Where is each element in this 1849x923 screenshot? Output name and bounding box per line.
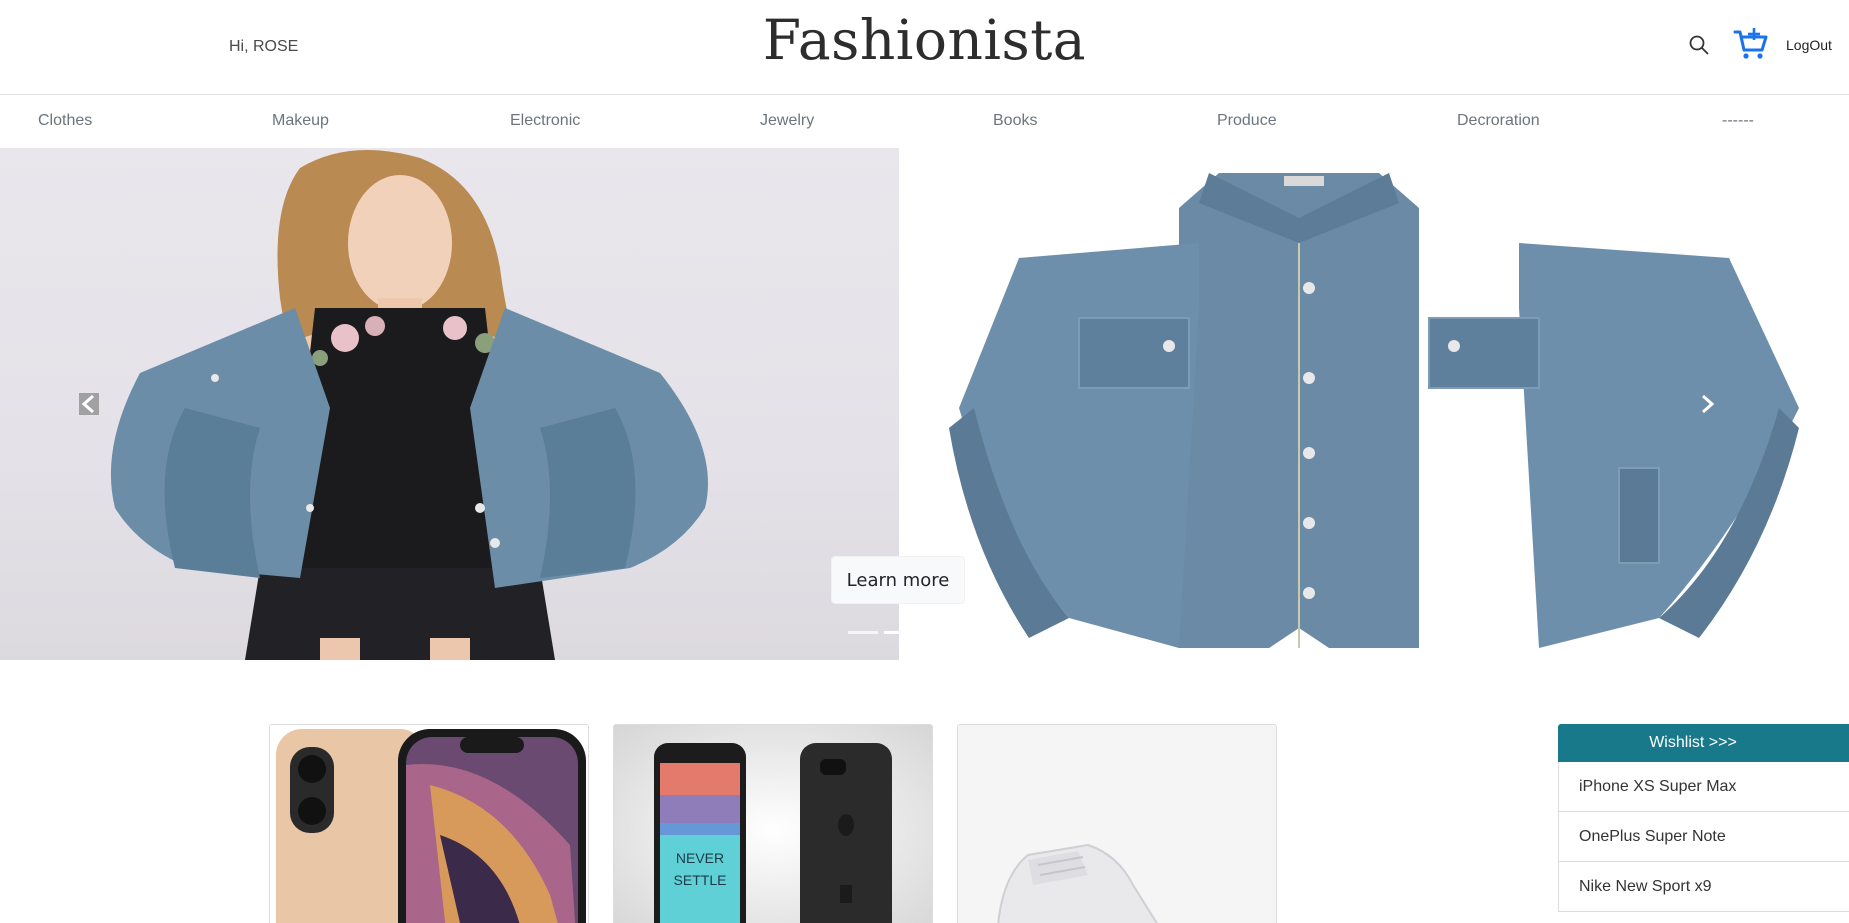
chevron-right-icon — [1702, 394, 1715, 414]
nav-item-electronic[interactable]: Electronic — [510, 112, 580, 130]
nav-item-jewelry[interactable]: Jewelry — [760, 112, 814, 130]
nav-item-more[interactable]: ------ — [1722, 112, 1754, 130]
wishlist-header-button[interactable]: Wishlist >>> — [1558, 724, 1849, 762]
learn-more-button[interactable]: Learn more — [831, 556, 965, 604]
product-image-iphone — [270, 725, 588, 923]
svg-text:SETTLE: SETTLE — [674, 872, 727, 888]
product-card-nike[interactable] — [957, 724, 1277, 923]
svg-text:NEVER: NEVER — [676, 850, 724, 866]
product-image-oneplus: NEVER SETTLE — [614, 725, 932, 923]
search-icon — [1689, 35, 1709, 55]
carousel-indicator-1[interactable] — [848, 631, 878, 634]
carousel-indicators — [848, 631, 928, 635]
product-image-nike — [958, 725, 1276, 923]
carousel-indicator-2[interactable] — [884, 631, 914, 634]
carousel-next-button[interactable] — [1696, 392, 1718, 416]
product-card-oneplus[interactable]: NEVER SETTLE — [613, 724, 933, 923]
category-nav: Clothes Makeup Electronic Jewelry Books … — [0, 96, 1849, 148]
nav-item-clothes[interactable]: Clothes — [38, 112, 92, 130]
nav-item-decoration[interactable]: Decroration — [1457, 112, 1540, 130]
brand-title[interactable]: Fashionista — [763, 8, 1086, 72]
wishlist-item[interactable]: Nike New Sport x9 — [1558, 862, 1849, 912]
cart-add-icon — [1733, 28, 1768, 59]
user-greeting: Hi, ROSE — [229, 38, 299, 55]
nav-item-makeup[interactable]: Makeup — [272, 112, 329, 130]
carousel-image-model — [0, 148, 899, 660]
nav-item-produce[interactable]: Produce — [1217, 112, 1277, 130]
search-button[interactable] — [1688, 34, 1710, 56]
logout-link[interactable]: LogOut — [1786, 37, 1832, 53]
cart-button[interactable] — [1733, 26, 1769, 62]
wishlist-item[interactable]: OnePlus Super Note — [1558, 812, 1849, 862]
wishlist-item[interactable]: iPhone XS Super Max — [1558, 762, 1849, 812]
product-card-iphone[interactable] — [269, 724, 589, 923]
carousel-prev-button[interactable] — [78, 392, 100, 416]
chevron-left-icon — [79, 393, 99, 415]
hero-carousel: Learn more — [0, 148, 1849, 660]
wishlist-panel: Wishlist >>> iPhone XS Super Max OnePlus… — [1558, 724, 1849, 912]
site-header: Hi, ROSE Fashionista LogOut — [0, 0, 1849, 95]
nav-item-books[interactable]: Books — [993, 112, 1037, 130]
